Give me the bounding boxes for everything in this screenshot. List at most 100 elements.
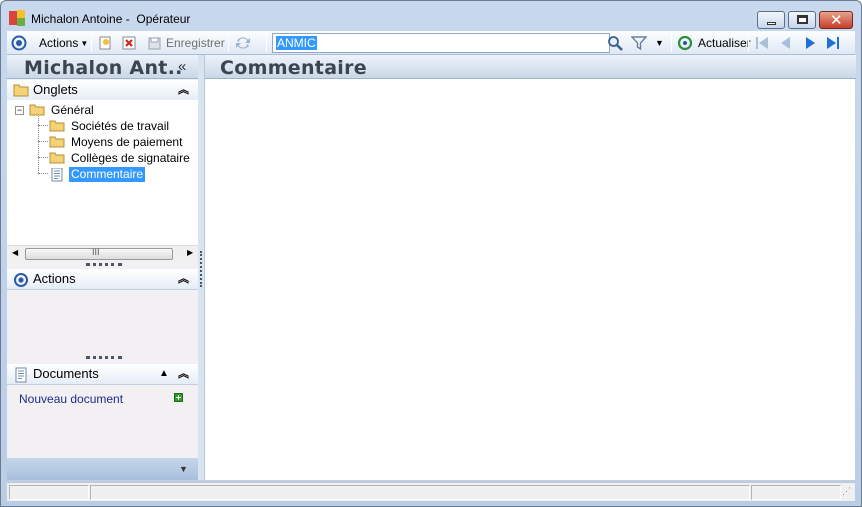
main-header: Commentaire bbox=[205, 55, 856, 79]
minimize-button[interactable] bbox=[757, 11, 785, 29]
save-button[interactable]: Enregistrer bbox=[147, 31, 225, 55]
filter-icon bbox=[631, 36, 647, 51]
next-record-button[interactable] bbox=[802, 31, 818, 55]
refresh-button[interactable]: Actualiser bbox=[677, 31, 751, 55]
tree-item-colleges[interactable]: Collèges de signataire bbox=[49, 150, 192, 166]
new-document-link[interactable]: Nouveau document bbox=[19, 392, 123, 406]
actions-target-icon[interactable] bbox=[11, 31, 27, 55]
collapse-panel-button[interactable]: « bbox=[178, 58, 186, 75]
tree-connector bbox=[38, 141, 48, 142]
search-input-value: ANMIC bbox=[276, 36, 317, 50]
toolbar: Actions ▼ Enregistrer ANMIC ▼ Actualiser bbox=[7, 31, 855, 55]
folder-icon bbox=[29, 104, 45, 116]
tree-item-commentaire[interactable]: Commentaire bbox=[49, 166, 146, 182]
user-name: Michalon Ant.. bbox=[24, 57, 183, 79]
window-title: Michalon Antoine - Opérateur bbox=[31, 12, 191, 26]
scrollbar-thumb[interactable]: III bbox=[25, 247, 173, 260]
splitter-grip[interactable] bbox=[200, 251, 202, 287]
close-icon: ✕ bbox=[830, 11, 843, 29]
collapse-node-icon[interactable]: − bbox=[15, 105, 24, 115]
actions-section-title: Actions bbox=[33, 271, 76, 286]
next-icon bbox=[806, 37, 815, 49]
tabs-tree: − Général Sociétés de travail Moyens de … bbox=[7, 100, 198, 245]
page-title: Commentaire bbox=[220, 57, 367, 79]
tree-item-label: Commentaire bbox=[69, 166, 146, 182]
section-resize-grip[interactable] bbox=[86, 356, 122, 359]
folder-icon bbox=[13, 83, 29, 100]
minimize-icon bbox=[767, 22, 776, 25]
first-record-button[interactable] bbox=[754, 31, 770, 55]
scroll-left-icon[interactable]: ◀ bbox=[12, 248, 18, 257]
tree-item-label: Collèges de signataire bbox=[71, 150, 190, 165]
app-window: Michalon Antoine - Opérateur ✕ Actions ▼… bbox=[0, 0, 862, 507]
status-cell bbox=[9, 485, 89, 500]
tree-item-societes[interactable]: Sociétés de travail bbox=[49, 118, 171, 134]
section-resize-grip[interactable] bbox=[86, 263, 122, 266]
tree-item-general[interactable]: − Général bbox=[15, 102, 96, 118]
documents-section-title: Documents bbox=[33, 366, 99, 381]
status-cell bbox=[90, 485, 750, 500]
maximize-button[interactable] bbox=[788, 11, 816, 29]
title-bar: Michalon Antoine - Opérateur ✕ bbox=[1, 1, 861, 31]
tree-item-label: Moyens de paiement bbox=[71, 134, 183, 149]
close-button[interactable]: ✕ bbox=[819, 11, 853, 29]
search-input[interactable]: ANMIC bbox=[272, 33, 610, 53]
tree-connector bbox=[38, 173, 48, 174]
folder-icon bbox=[49, 152, 65, 164]
left-panel-footer: ▼ bbox=[7, 458, 198, 480]
previous-icon bbox=[781, 37, 790, 49]
user-header: Michalon Ant.. « bbox=[7, 55, 198, 79]
sync-button[interactable] bbox=[234, 31, 252, 55]
add-document-icon[interactable] bbox=[174, 393, 183, 402]
previous-record-button[interactable] bbox=[778, 31, 794, 55]
collapse-section-icon[interactable]: ︽ bbox=[178, 82, 189, 98]
separator bbox=[671, 34, 672, 52]
collapse-section-icon[interactable]: ︽ bbox=[178, 271, 189, 287]
folder-icon bbox=[49, 120, 65, 132]
documents-section-header[interactable]: Documents ▲ ︽ bbox=[7, 364, 198, 385]
document-icon bbox=[13, 367, 29, 386]
filter-dropdown-icon[interactable]: ▼ bbox=[655, 31, 664, 55]
resize-grip-icon[interactable]: ⋰ bbox=[842, 486, 851, 497]
new-item-button[interactable] bbox=[97, 31, 113, 55]
actions-menu-label: Actions bbox=[39, 36, 79, 50]
new-icon bbox=[99, 36, 111, 50]
search-button[interactable] bbox=[607, 31, 624, 55]
tabs-section-header[interactable]: Onglets ︽ bbox=[7, 80, 198, 101]
filter-button[interactable] bbox=[631, 31, 647, 55]
actions-menu-button[interactable]: Actions ▼ bbox=[39, 31, 88, 55]
save-label: Enregistrer bbox=[166, 36, 225, 50]
dropdown-arrow-icon: ▼ bbox=[80, 38, 89, 48]
tree-item-moyens[interactable]: Moyens de paiement bbox=[49, 134, 184, 150]
tree-item-label: Général bbox=[51, 102, 94, 117]
tree-horizontal-scrollbar[interactable]: ◀ III ▶ bbox=[7, 245, 198, 261]
refresh-label: Actualiser bbox=[698, 36, 751, 50]
tree-connector bbox=[38, 157, 48, 158]
refresh-icon bbox=[677, 35, 693, 51]
main-content: Commentaire bbox=[204, 55, 856, 480]
first-icon bbox=[756, 37, 768, 49]
collapse-section-icon[interactable]: ︽ bbox=[178, 366, 189, 382]
delete-icon bbox=[122, 36, 136, 50]
separator bbox=[748, 34, 749, 52]
last-icon bbox=[827, 37, 839, 49]
search-icon bbox=[608, 36, 623, 51]
tabs-section-title: Onglets bbox=[33, 82, 78, 97]
left-panel: Michalon Ant.. « Onglets ︽ − Général Soc… bbox=[7, 55, 198, 480]
separator bbox=[266, 34, 267, 52]
document-icon bbox=[49, 167, 65, 182]
target-icon bbox=[13, 272, 29, 291]
last-record-button[interactable] bbox=[825, 31, 841, 55]
chevron-down-icon[interactable]: ▼ bbox=[179, 464, 188, 474]
move-up-icon[interactable]: ▲ bbox=[159, 366, 169, 382]
scrollbar-grip: III bbox=[92, 247, 100, 257]
scroll-right-icon[interactable]: ▶ bbox=[187, 248, 193, 257]
actions-section-header[interactable]: Actions ︽ bbox=[7, 269, 198, 290]
status-cell bbox=[751, 485, 841, 500]
status-bar: ⋰ bbox=[7, 482, 855, 501]
separator bbox=[228, 34, 229, 52]
maximize-icon bbox=[797, 15, 808, 24]
app-logo-icon bbox=[9, 10, 25, 26]
delete-button[interactable] bbox=[121, 31, 137, 55]
sync-icon bbox=[236, 37, 250, 49]
